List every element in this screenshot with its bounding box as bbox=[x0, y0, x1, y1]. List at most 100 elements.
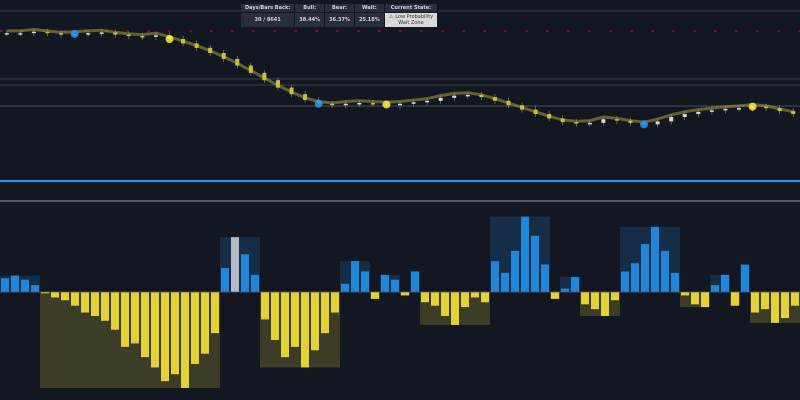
oscillator-bar bbox=[651, 226, 659, 292]
candle-body bbox=[59, 33, 64, 35]
price-and-oscillator-chart[interactable] bbox=[0, 0, 800, 400]
oscillator-bar bbox=[591, 292, 599, 310]
oscillator-bar bbox=[1, 278, 9, 292]
candle-body bbox=[696, 111, 701, 115]
candle-body bbox=[86, 33, 91, 35]
oscillator-bar bbox=[691, 292, 699, 305]
candle-body bbox=[736, 108, 741, 110]
oscillator-bar bbox=[211, 292, 219, 334]
header-wait: Wait: bbox=[353, 3, 385, 13]
candle-body bbox=[4, 33, 9, 35]
candle-body bbox=[709, 110, 714, 112]
candle-body bbox=[411, 102, 416, 104]
candle-body bbox=[614, 119, 619, 121]
oscillator-bar bbox=[151, 292, 159, 368]
signal-marker bbox=[314, 99, 323, 108]
oscillator-bar bbox=[341, 283, 349, 292]
trend-band bbox=[6, 27, 794, 124]
oscillator-bar bbox=[711, 285, 719, 292]
oscillator-bar bbox=[721, 274, 729, 292]
candle-body bbox=[506, 100, 511, 106]
warning-icon: ⚠ bbox=[388, 14, 394, 20]
oscillator-bar bbox=[71, 292, 79, 306]
oscillator-bar bbox=[731, 292, 739, 306]
candle-body bbox=[682, 114, 687, 117]
signal-marker bbox=[640, 120, 649, 129]
oscillator-bar bbox=[401, 292, 409, 296]
oscillator-bar bbox=[381, 274, 389, 292]
candle-body bbox=[628, 120, 633, 123]
candle-body bbox=[113, 32, 118, 35]
header-state: Current State: bbox=[383, 3, 439, 13]
oscillator-bar bbox=[361, 271, 369, 292]
oscillator-bar bbox=[551, 292, 559, 299]
oscillator-bar bbox=[131, 292, 139, 344]
oscillator-bar bbox=[631, 263, 639, 292]
oscillator-bar bbox=[311, 292, 319, 351]
oscillator-bar bbox=[141, 292, 149, 358]
oscillator-bar bbox=[791, 292, 799, 306]
candle-body bbox=[275, 80, 280, 88]
candle-body bbox=[601, 119, 606, 123]
oscillator-bar bbox=[181, 292, 189, 388]
oscillator-bar bbox=[451, 292, 459, 325]
oscillator-bar bbox=[301, 292, 309, 368]
oscillator-bar bbox=[221, 268, 229, 292]
oscillator-bar bbox=[531, 235, 539, 292]
oscillator-bar bbox=[391, 279, 399, 292]
oscillator-bar bbox=[581, 292, 589, 305]
state-line2: Wait Zone bbox=[398, 20, 424, 26]
oscillator-bar bbox=[241, 254, 249, 292]
oscillator-bar bbox=[621, 271, 629, 292]
oscillator-bar bbox=[101, 292, 109, 321]
oscillator-bar bbox=[191, 292, 199, 364]
oscillator-bar bbox=[51, 292, 59, 298]
oscillator-bar bbox=[671, 272, 679, 292]
candle-body bbox=[289, 87, 294, 95]
signal-marker bbox=[382, 100, 391, 109]
oscillator-bar bbox=[571, 276, 579, 292]
value-days: 30 / 8641 bbox=[239, 12, 296, 28]
oscillator-bar bbox=[781, 292, 789, 319]
candle-body bbox=[398, 103, 402, 106]
oscillator-bar bbox=[121, 292, 129, 347]
candle-body bbox=[560, 118, 565, 123]
oscillator-bar bbox=[81, 292, 89, 313]
candle-body bbox=[533, 109, 538, 115]
header-days: Days/Bars Back: bbox=[239, 3, 296, 13]
candle-body bbox=[45, 31, 50, 34]
oscillator-bar bbox=[331, 292, 339, 313]
oscillator-bar bbox=[751, 292, 759, 313]
candle-body bbox=[723, 108, 728, 111]
candle-body bbox=[492, 97, 497, 101]
current-state-cell: ⚠ Low Probability Wait Zone bbox=[383, 12, 439, 28]
candle-body bbox=[194, 43, 199, 48]
oscillator-bar bbox=[321, 292, 329, 334]
oscillator-bar bbox=[661, 250, 669, 292]
candle-body bbox=[655, 121, 660, 125]
oscillator-bar bbox=[421, 292, 429, 303]
candle-body bbox=[140, 36, 145, 38]
oscillator-bar bbox=[541, 264, 549, 292]
candle-body bbox=[330, 103, 335, 106]
candle-body bbox=[425, 100, 430, 103]
candle-body bbox=[587, 122, 592, 125]
oscillator-bar bbox=[371, 292, 379, 299]
candle-body bbox=[777, 108, 782, 112]
oscillator-bar bbox=[351, 261, 359, 292]
candle-body bbox=[181, 39, 186, 44]
oscillator-bar bbox=[281, 292, 289, 358]
oscillator-bar bbox=[201, 292, 209, 354]
candle-body bbox=[452, 95, 457, 98]
candle-body bbox=[303, 94, 308, 101]
candle-body bbox=[262, 72, 267, 81]
oscillator-bar bbox=[461, 292, 469, 308]
oscillator-bar bbox=[761, 292, 769, 310]
oscillator-bar bbox=[11, 275, 19, 292]
oscillator-bar bbox=[171, 292, 179, 375]
oscillator-bar bbox=[561, 288, 569, 292]
state-table: Days/Bars Back: Bull: Bear: Wait: Curren… bbox=[239, 3, 439, 28]
oscillator-bar bbox=[771, 292, 779, 323]
oscillator-bar bbox=[471, 292, 479, 298]
oscillator-bar bbox=[291, 292, 299, 347]
